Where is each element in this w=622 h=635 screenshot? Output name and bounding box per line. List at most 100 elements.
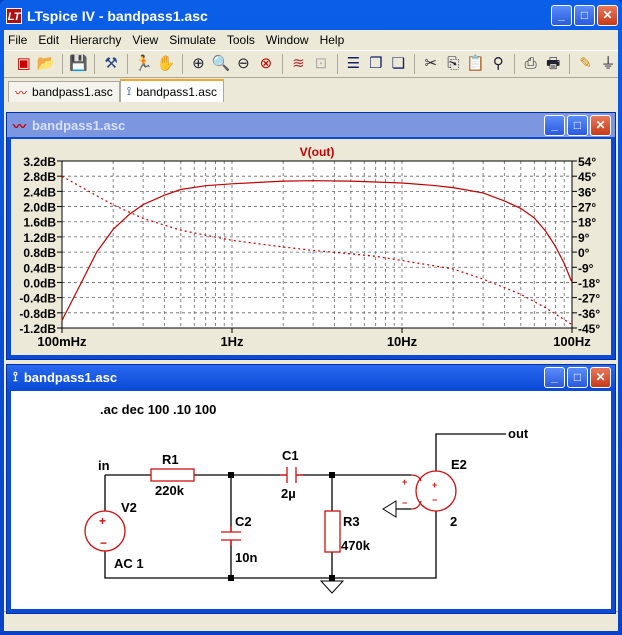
menu-help[interactable]: Help bbox=[320, 33, 345, 47]
e2-in-plus: + bbox=[402, 477, 407, 487]
y-right-tick-label: 18° bbox=[578, 216, 596, 230]
menu-window[interactable]: Window bbox=[266, 33, 309, 47]
spice-directive[interactable]: .ac dec 100 .10 100 bbox=[100, 402, 216, 417]
minimize-button[interactable]: _ bbox=[551, 5, 572, 26]
r3-resistor[interactable] bbox=[324, 510, 341, 553]
tab-waveform[interactable]: 〰 bandpass1.asc bbox=[8, 81, 120, 102]
tab-schematic[interactable]: ⟟ bandpass1.asc bbox=[119, 79, 224, 102]
r1-ref: R1 bbox=[162, 452, 179, 467]
zoom-in-icon[interactable]: ⊕ bbox=[189, 53, 209, 75]
e2-source[interactable] bbox=[415, 470, 457, 512]
r3-ref: R3 bbox=[343, 514, 360, 529]
c1-value: 2µ bbox=[281, 486, 296, 501]
x-tick-label: 100Hz bbox=[553, 334, 591, 349]
tile-vertical-icon[interactable]: ❏ bbox=[389, 53, 409, 75]
mark-unref-icon[interactable]: ⊡ bbox=[311, 53, 331, 75]
waveform-icon: 〰 bbox=[13, 118, 27, 134]
v2-minus: − bbox=[100, 536, 107, 550]
chart-title: V(out) bbox=[300, 145, 335, 159]
print-icon[interactable]: 🖶 bbox=[543, 53, 563, 75]
tile-horizontal-icon[interactable]: ☰ bbox=[344, 53, 364, 75]
net-label-out[interactable]: out bbox=[508, 426, 529, 441]
c2-ref: C2 bbox=[235, 514, 252, 529]
autorange-icon[interactable]: ≋ bbox=[289, 53, 309, 75]
e2-ref: E2 bbox=[451, 457, 467, 472]
schematic-drawing[interactable]: + − + − + − .ac dec 100 .10 100 in out V… bbox=[11, 391, 611, 611]
y-left-tick-label: 0.0dB bbox=[23, 276, 56, 290]
save-icon[interactable]: 💾 bbox=[69, 53, 89, 75]
v2-value: AC 1 bbox=[114, 556, 144, 571]
y-left-tick-label: 2.4dB bbox=[23, 185, 56, 199]
v2-plus: + bbox=[99, 514, 106, 528]
run-icon[interactable]: 🏃 bbox=[134, 53, 154, 75]
find-binoculars-icon[interactable]: ⚲ bbox=[489, 53, 509, 75]
close-button[interactable]: ✕ bbox=[597, 5, 618, 26]
y-right-tick-label: -36° bbox=[578, 307, 600, 321]
menu-view[interactable]: View bbox=[132, 33, 158, 47]
schematic-maximize-button[interactable]: □ bbox=[567, 367, 588, 388]
cut-icon[interactable]: ✂ bbox=[421, 53, 441, 75]
menu-tools[interactable]: Tools bbox=[227, 33, 255, 47]
net-label-in[interactable]: in bbox=[98, 458, 110, 473]
y-left-tick-label: 0.8dB bbox=[23, 246, 56, 260]
menu-hierarchy[interactable]: Hierarchy bbox=[70, 33, 121, 47]
y-left-tick-label: 2.0dB bbox=[23, 201, 56, 215]
plot-minimize-button[interactable]: _ bbox=[544, 115, 565, 136]
app-title: LTspice IV - bandpass1.asc bbox=[27, 8, 208, 24]
c2-capacitor[interactable] bbox=[221, 526, 241, 546]
print-setup-icon[interactable]: ⎙ bbox=[521, 53, 541, 75]
schematic-window: ⟟ bandpass1.asc _ □ ✕ + − + − + − .ac de… bbox=[6, 364, 616, 614]
c1-capacitor[interactable] bbox=[280, 467, 303, 483]
ground-icon[interactable]: ⏚ bbox=[598, 53, 618, 75]
c2-value: 10n bbox=[235, 550, 257, 565]
bode-plot[interactable]: 3.2dB 54° 2.8dB 45° 2.4dB 36° 2.0dB 27° 1.6dB 18°… bbox=[11, 139, 611, 357]
e2-in-minus: − bbox=[402, 498, 407, 508]
copy-icon[interactable]: ⎘ bbox=[443, 53, 463, 75]
plot-window: 〰 bandpass1.asc _ □ ✕ 3.2dB 54° 2.8dB 45° 2.… bbox=[6, 112, 616, 360]
schematic-minimize-button[interactable]: _ bbox=[544, 367, 565, 388]
halt-hand-icon[interactable]: ✋ bbox=[156, 53, 176, 75]
x-tick-label: 100mHz bbox=[37, 334, 87, 349]
maximize-button[interactable]: □ bbox=[574, 5, 595, 26]
y-right-tick-label: 36° bbox=[578, 185, 596, 199]
y-right-tick-label: -18° bbox=[578, 276, 600, 290]
cascade-icon[interactable]: ❐ bbox=[366, 53, 386, 75]
plot-close-button[interactable]: ✕ bbox=[590, 115, 611, 136]
schematic-window-title-bar: ⟟ bandpass1.asc _ □ ✕ bbox=[7, 365, 615, 389]
menu-simulate[interactable]: Simulate bbox=[169, 33, 216, 47]
document-tabs: 〰 bandpass1.asc ⟟ bandpass1.asc bbox=[4, 78, 618, 102]
schematic-icon: ⟟ bbox=[13, 369, 18, 384]
zoom-area-icon[interactable]: 🔍 bbox=[211, 53, 231, 75]
schematic-icon: ⟟ bbox=[126, 84, 132, 98]
menu-edit[interactable]: Edit bbox=[38, 33, 59, 47]
title-bar: LT LTspice IV - bandpass1.asc _ □ ✕ bbox=[4, 4, 618, 28]
menu-bar: File Edit Hierarchy View Simulate Tools … bbox=[4, 30, 618, 50]
paste-icon[interactable]: 📋 bbox=[466, 53, 486, 75]
waveform-icon: 〰 bbox=[15, 85, 28, 100]
y-left-tick-label: -0.8dB bbox=[19, 307, 56, 321]
y-right-tick-label: 9° bbox=[578, 231, 590, 245]
y-right-tick-label: -27° bbox=[578, 292, 600, 306]
zoom-fit-icon[interactable]: ⊗ bbox=[256, 53, 276, 75]
y-right-tick-label: 27° bbox=[578, 201, 596, 215]
y-right-tick-label: 54° bbox=[578, 155, 596, 169]
x-tick-label: 10Hz bbox=[387, 334, 418, 349]
hammer-icon[interactable]: ⚒ bbox=[101, 53, 121, 75]
plot-maximize-button[interactable]: □ bbox=[567, 115, 588, 136]
y-left-tick-label: 0.4dB bbox=[23, 261, 56, 275]
schematic-close-button[interactable]: ✕ bbox=[590, 367, 611, 388]
schematic-canvas[interactable]: + − + − + − .ac dec 100 .10 100 in out V… bbox=[11, 391, 611, 609]
x-tick-label: 1Hz bbox=[220, 334, 244, 349]
ltspice-logo-icon: LT bbox=[6, 8, 22, 24]
y-left-tick-label: 3.2dB bbox=[23, 155, 56, 169]
new-schematic-icon[interactable]: ▣ bbox=[14, 53, 34, 75]
plot-pane[interactable]: 3.2dB 54° 2.8dB 45° 2.4dB 36° 2.0dB 27° 1.6dB 18°… bbox=[11, 139, 611, 355]
r3-value: 470k bbox=[341, 538, 371, 553]
pencil-wire-icon[interactable]: ✎ bbox=[576, 53, 596, 75]
open-folder-icon[interactable]: 📂 bbox=[37, 53, 57, 75]
zoom-out-icon[interactable]: ⊖ bbox=[234, 53, 254, 75]
c1-ref: C1 bbox=[282, 448, 299, 463]
menu-file[interactable]: File bbox=[8, 33, 27, 47]
r1-resistor[interactable] bbox=[150, 468, 195, 482]
r1-value: 220k bbox=[155, 483, 185, 498]
